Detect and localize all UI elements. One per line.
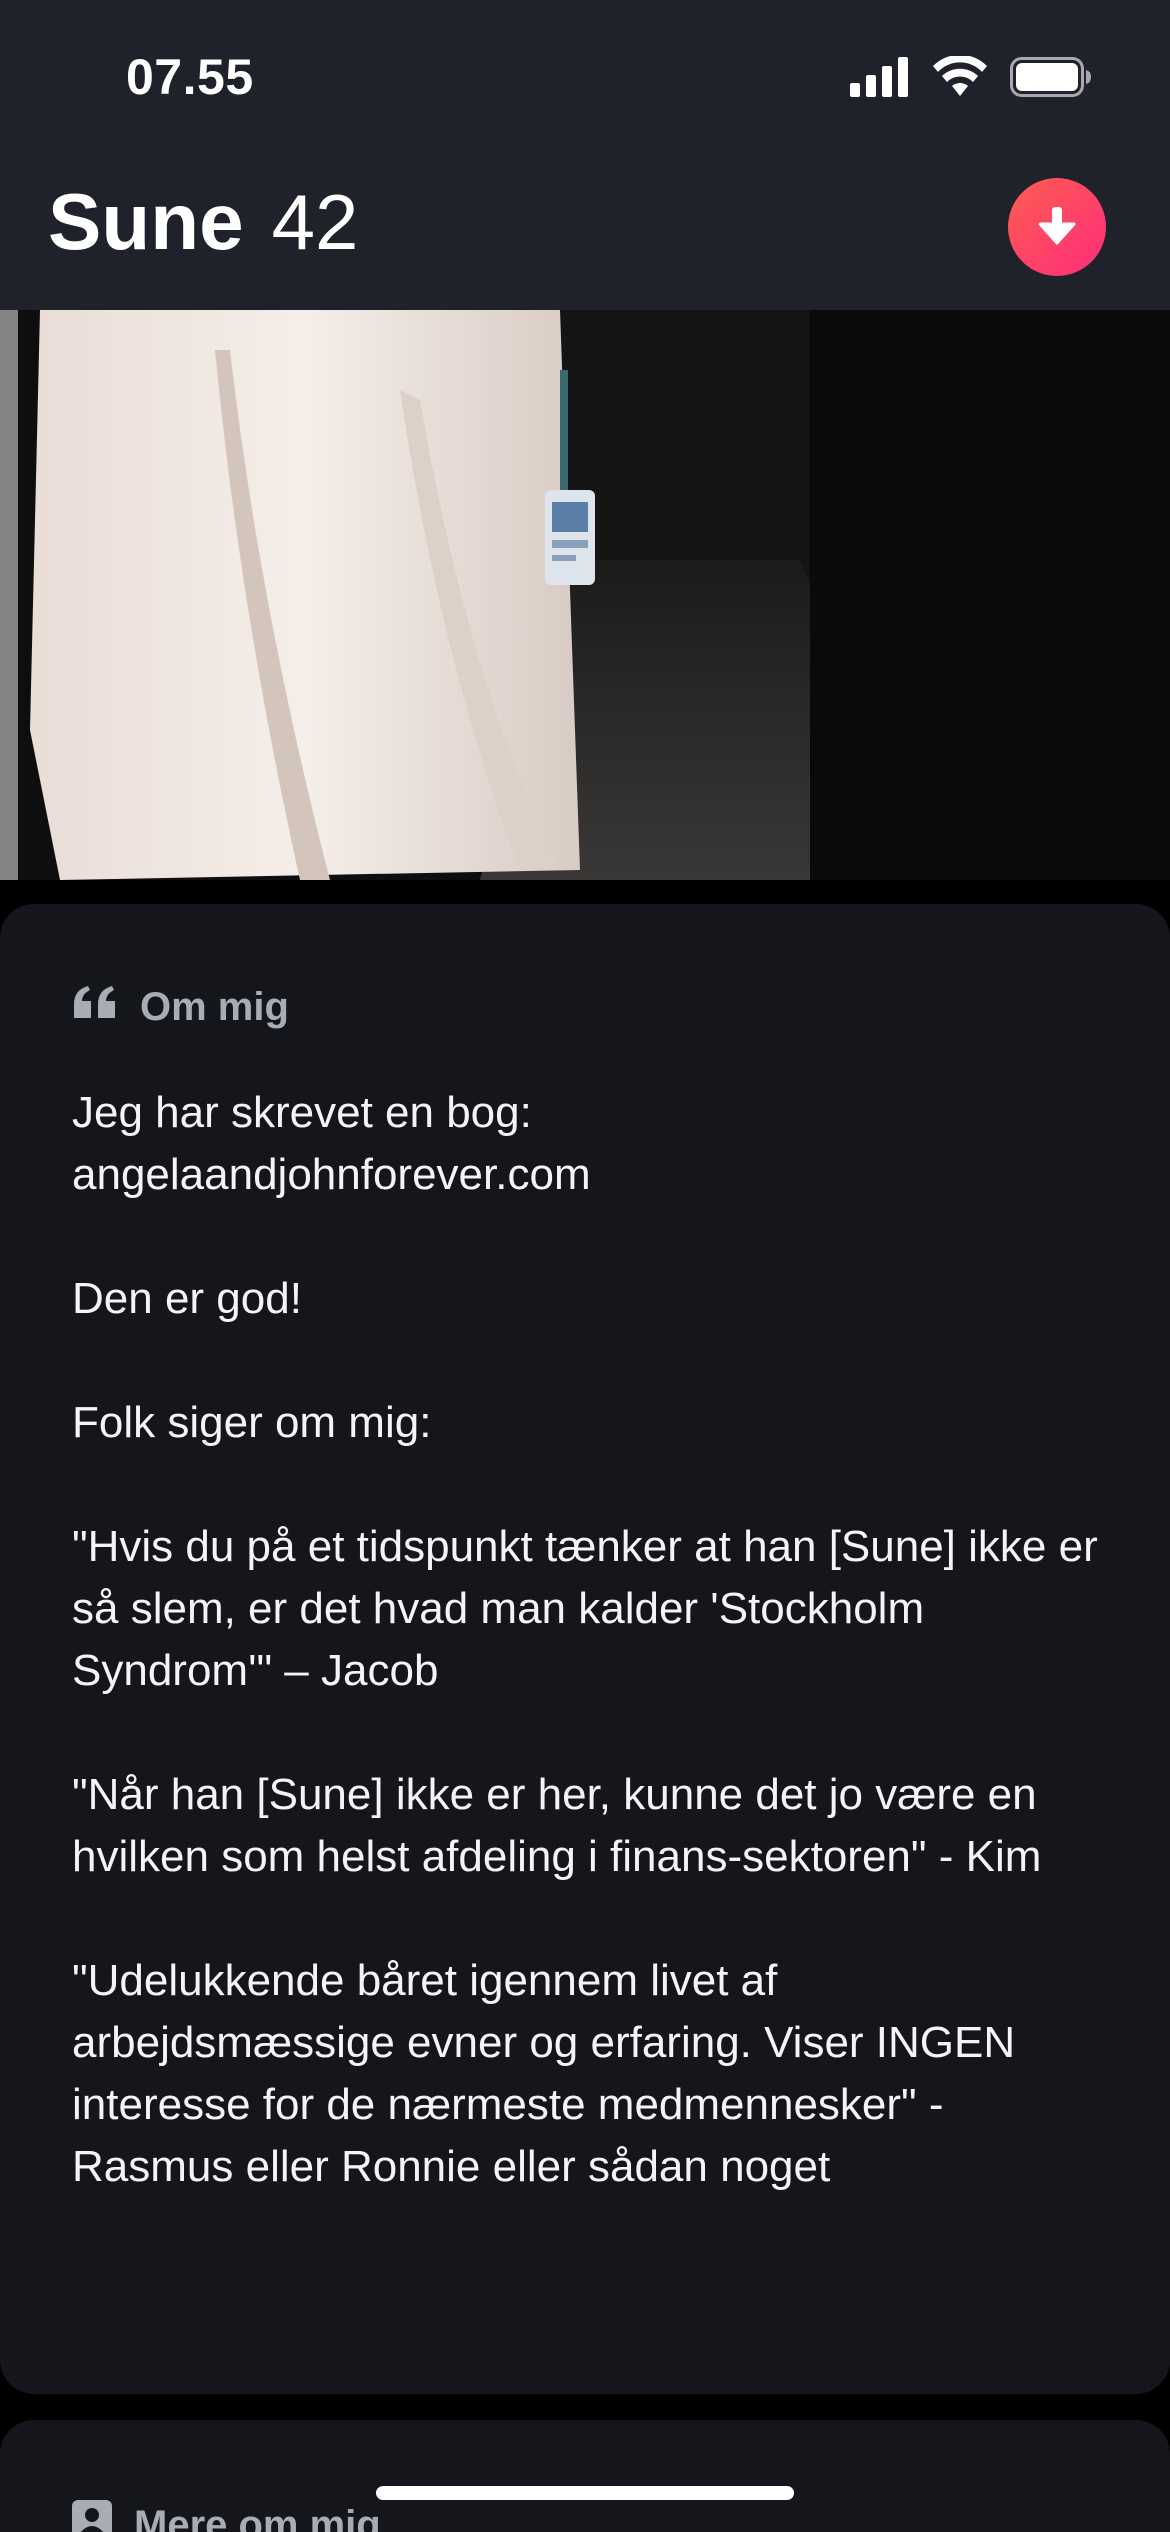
status-icons bbox=[850, 54, 1092, 103]
collapse-profile-button[interactable] bbox=[1008, 178, 1106, 276]
quote-icon bbox=[72, 984, 118, 1030]
home-indicator[interactable] bbox=[376, 2486, 794, 2500]
top-bar: 07.55 Sune 42 bbox=[0, 0, 1170, 310]
profile-card-icon bbox=[72, 2500, 112, 2532]
about-heading: Om mig bbox=[72, 984, 289, 1030]
more-about-section: Mere om mig bbox=[0, 2420, 1170, 2532]
status-time: 07.55 bbox=[126, 49, 254, 105]
about-section: Om mig Jeg har skrevet en bog: angelaand… bbox=[0, 904, 1170, 2394]
battery-icon bbox=[1010, 57, 1092, 102]
arrow-down-icon bbox=[1035, 203, 1079, 252]
more-about-heading-label: Mere om mig bbox=[134, 2502, 381, 2532]
about-heading-label: Om mig bbox=[140, 984, 289, 1029]
profile-screen: 07.55 Sune 42 Om mig Jeg har skrevet en … bbox=[0, 0, 1170, 2532]
bio-text: Jeg har skrevet en bog: angelaandjohnfor… bbox=[72, 1088, 1098, 2191]
cellular-signal-icon bbox=[850, 57, 910, 102]
profile-header: Sune 42 bbox=[48, 176, 358, 268]
profile-photo bbox=[0, 310, 1170, 880]
more-about-heading: Mere om mig bbox=[72, 2500, 381, 2532]
profile-name: Sune bbox=[48, 177, 244, 266]
wifi-icon bbox=[932, 54, 988, 103]
profile-age: 42 bbox=[271, 178, 359, 266]
profile-photo-image bbox=[0, 310, 1170, 880]
